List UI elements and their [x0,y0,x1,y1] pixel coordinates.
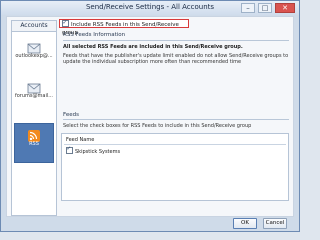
info-bold-text: All selected RSS Feeds are included in t… [63,44,243,50]
accounts-header: Accounts [12,21,56,32]
ok-button[interactable]: OK [233,218,257,229]
include-rss-checkbox[interactable] [62,19,69,27]
dialog-content: Accounts outlookexp@... forums@mail... R… [6,16,294,217]
account-item-outlookexp[interactable]: outlookexp@... [14,39,54,59]
account-item-label: forums@mail... [14,93,53,99]
feed-list-item[interactable]: Skipstick Systems [66,146,121,155]
column-header-divider [64,144,286,145]
feed-checkbox[interactable] [66,146,73,154]
feed-name-column-header: Feed Name [66,137,95,143]
email-account-icon [27,39,41,54]
rss-feeds-info-title: RSS Feeds Information [63,32,126,38]
account-item-rss[interactable]: RSS [14,123,54,163]
include-rss-checkbox-row[interactable]: Include RSS Feeds in this Send/Receive g… [59,19,189,36]
window-controls: – □ ✕ [241,3,295,13]
send-receive-settings-dialog: Send/Receive Settings - All Accounts – □… [0,0,300,232]
rss-settings-panel: Include RSS Feeds in this Send/Receive g… [59,19,291,214]
cancel-button[interactable]: Cancel [263,218,287,229]
feed-name: Skipstick Systems [75,149,121,155]
section-divider [63,40,289,41]
feeds-instruction: Select the check boxes for RSS Feeds to … [63,123,252,129]
feeds-section-title: Feeds [63,112,79,118]
account-item-label: RSS [29,141,39,147]
feeds-list: Feed Name Skipstick Systems [61,133,289,201]
minimize-button[interactable]: – [241,3,255,13]
close-button[interactable]: ✕ [275,3,295,13]
account-item-forums[interactable]: forums@mail... [14,79,54,99]
info-text-line-2: update the individual subscription more … [63,59,242,65]
section-divider [63,119,289,120]
rss-icon [27,127,41,142]
maximize-button[interactable]: □ [258,3,272,13]
accounts-panel: Accounts outlookexp@... forums@mail... R… [11,20,57,216]
account-item-label: outlookexp@... [15,53,53,59]
title-bar: Send/Receive Settings - All Accounts – □… [1,1,299,15]
email-account-icon [27,79,41,94]
